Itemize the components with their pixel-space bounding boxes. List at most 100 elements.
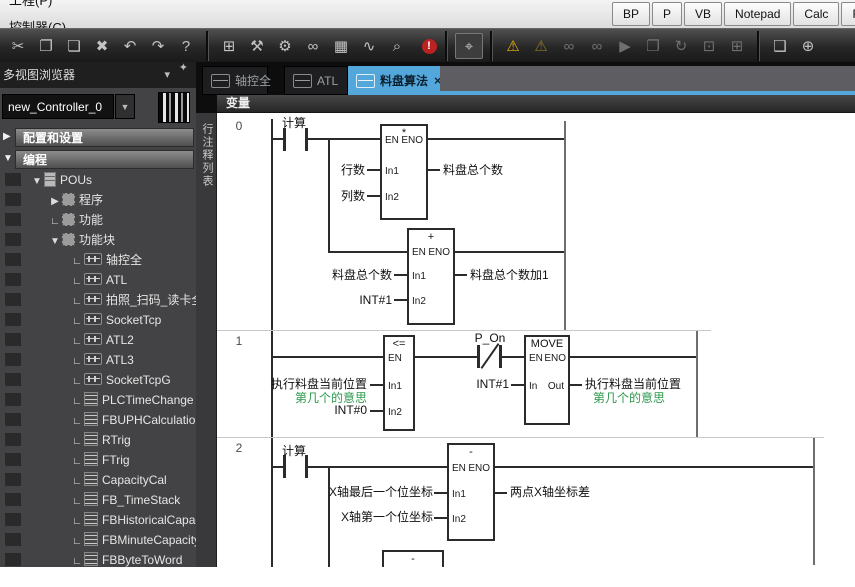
warning-icon[interactable]: ⚠ [500,34,526,58]
expander-icon[interactable]: ∟ [70,552,84,567]
fb-atl[interactable]: ∟ATL [0,270,196,290]
expander-icon[interactable]: ∟ [70,272,84,292]
redo-icon[interactable]: ↷ [145,34,171,58]
expander-icon[interactable]: ▼ [48,232,62,252]
operand-in2[interactable]: X轴第一个位坐标 [307,510,433,524]
expander-icon[interactable]: ∟ [70,412,84,432]
operand-in1[interactable]: X轴最后一个位坐标 [307,485,433,499]
fb-atl2[interactable]: ∟ATL2 [0,330,196,350]
expander-icon[interactable]: ▼ [30,172,44,192]
fit-view-icon[interactable]: ❑ [767,34,793,58]
fb-move[interactable]: MOVE EN ENO In Out [524,335,570,425]
simulation-icon[interactable]: ⌖ [455,33,483,59]
tab-tray-algorithm[interactable]: 料盘算法 × [348,66,440,95]
ladder-canvas[interactable]: 0 计算 * EN ENO In1 In2 行数 列数 料盘总个数 [217,113,855,567]
operand-out[interactable]: 两点X轴坐标差 [510,485,590,499]
operand-in1[interactable]: 行数 [277,163,365,177]
expander-icon[interactable]: ▶ [48,192,62,212]
tab-atl[interactable]: ATL [284,66,348,95]
expander-icon[interactable]: ∟ [70,492,84,512]
fb-fbbytetoword[interactable]: ∟FBByteToWord [0,550,196,567]
expander-icon[interactable]: ∟ [70,372,84,392]
copy-icon[interactable]: ❐ [33,34,59,58]
operand-in1[interactable]: 料盘总个数 [312,268,392,282]
fb-sockettcp[interactable]: ∟SocketTcp [0,310,196,330]
section-programming-label[interactable]: 编程 [15,150,194,169]
error-list-icon[interactable]: ! [416,34,442,58]
calc-button[interactable]: Calc [793,2,839,26]
section-config[interactable]: ▶ 配置和设置 [0,128,196,148]
notepad-button[interactable]: Notepad [724,2,791,26]
p-button[interactable]: P [652,2,682,26]
operand-in[interactable]: INT#1 [447,377,509,391]
fb-fbhistoricalcapac[interactable]: ∟FBHistoricalCapac [0,510,196,530]
chevron-down-icon[interactable]: ▾ [164,62,170,88]
fb-axis-ctrl[interactable]: ∟轴控全 [0,250,196,270]
fb-atl3[interactable]: ∟ATL3 [0,350,196,370]
fb-fbminutecapacity[interactable]: ∟FBMinuteCapacity [0,530,196,550]
menu-project[interactable]: 工程(P) [0,0,75,14]
rebuild-icon[interactable]: ⚙ [272,34,298,58]
fb-subtract[interactable]: - EN ENO In1 In2 [447,443,495,541]
delete-icon[interactable]: ✖ [89,34,115,58]
fb-plctimechange[interactable]: ∟PLCTimeChange [0,390,196,410]
fb-sockettcpg[interactable]: ∟SocketTcpG [0,370,196,390]
expander-icon[interactable]: ∟ [70,252,84,272]
pou-root[interactable]: ▼POUs [0,170,196,190]
help-icon[interactable]: ? [173,34,199,58]
operand-in2[interactable]: INT#0 [247,403,367,417]
fb-rtrig[interactable]: ∟RTrig [0,430,196,450]
undo-icon[interactable]: ↶ [117,34,143,58]
fb-fbuphcalculation[interactable]: ∟FBUPHCalculation [0,410,196,430]
search-icon[interactable]: ⌕ [384,34,410,58]
expander-icon[interactable]: ∟ [70,512,84,532]
operand-out[interactable]: 料盘总个数 [443,163,503,177]
fb-fb-timestack[interactable]: ∟FB_TimeStack [0,490,196,510]
controller-select[interactable]: new_Controller_0 [2,94,114,119]
paste-icon[interactable]: ❏ [61,34,87,58]
cut-icon[interactable]: ✂ [5,34,31,58]
watch-window-icon[interactable]: ∞ [300,34,326,58]
fb-capacitycal[interactable]: ∟CapacityCal [0,470,196,490]
contact-operand[interactable]: 计算 [269,114,319,131]
pou-function-blocks[interactable]: ▼功能块 [0,230,196,250]
expander-icon[interactable]: ∟ [70,532,84,552]
rung-number[interactable]: 2 [217,441,261,455]
pou-programs[interactable]: ▶程序 [0,190,196,210]
pin-icon[interactable]: ✦ [179,62,188,74]
bp-button[interactable]: BP [612,2,650,26]
vb-button[interactable]: VB [684,2,722,26]
monitor-pair-icon[interactable]: ⊞ [724,34,750,58]
operand-in1[interactable]: 执行料盘当前位置 [247,377,367,391]
contact-operand[interactable]: 计算 [269,442,319,459]
variables-bar[interactable]: 变量 [196,95,855,113]
collapse-arrow-icon[interactable]: ▼ [3,153,13,164]
operand-in2[interactable]: INT#1 [312,293,392,307]
operand-out[interactable]: 执行料盘当前位置 [585,377,681,391]
section-programming[interactable]: ▼ 编程 [0,150,196,170]
rung-number[interactable]: 1 [217,334,261,348]
operand-in2[interactable]: 列数 [277,189,365,203]
fb-multiply[interactable]: * EN ENO In1 In2 [380,124,428,220]
online-watch-icon[interactable]: ∞ [556,34,582,58]
expander-icon[interactable]: ∟ [70,312,84,332]
expander-icon[interactable]: ∟ [70,432,84,452]
pou-functions[interactable]: ∟功能 [0,210,196,230]
expander-icon[interactable]: ∟ [70,392,84,412]
monitor-icon[interactable]: ⊡ [696,34,722,58]
expander-icon[interactable]: ∟ [70,292,84,312]
transfer-icon[interactable]: ❐ [640,34,666,58]
contact-operand[interactable]: P_On [465,331,515,345]
sync-icon[interactable]: ↻ [668,34,694,58]
rung-number[interactable]: 0 [217,119,261,133]
expander-icon[interactable]: ∟ [70,452,84,472]
controller-select-arrow[interactable]: ▼ [115,94,135,119]
warning-off-icon[interactable]: ⚠ [528,34,554,58]
fb-less-equal[interactable]: <= EN In1 In2 [383,335,415,431]
folder-button[interactable]: Folder [841,2,855,26]
fb-subtract-2[interactable]: - [382,550,444,567]
io-monitor-icon[interactable]: ∿ [356,34,382,58]
build-icon[interactable]: ⚒ [244,34,270,58]
expander-icon[interactable]: ∟ [70,332,84,352]
watch-table-icon[interactable]: ▦ [328,34,354,58]
